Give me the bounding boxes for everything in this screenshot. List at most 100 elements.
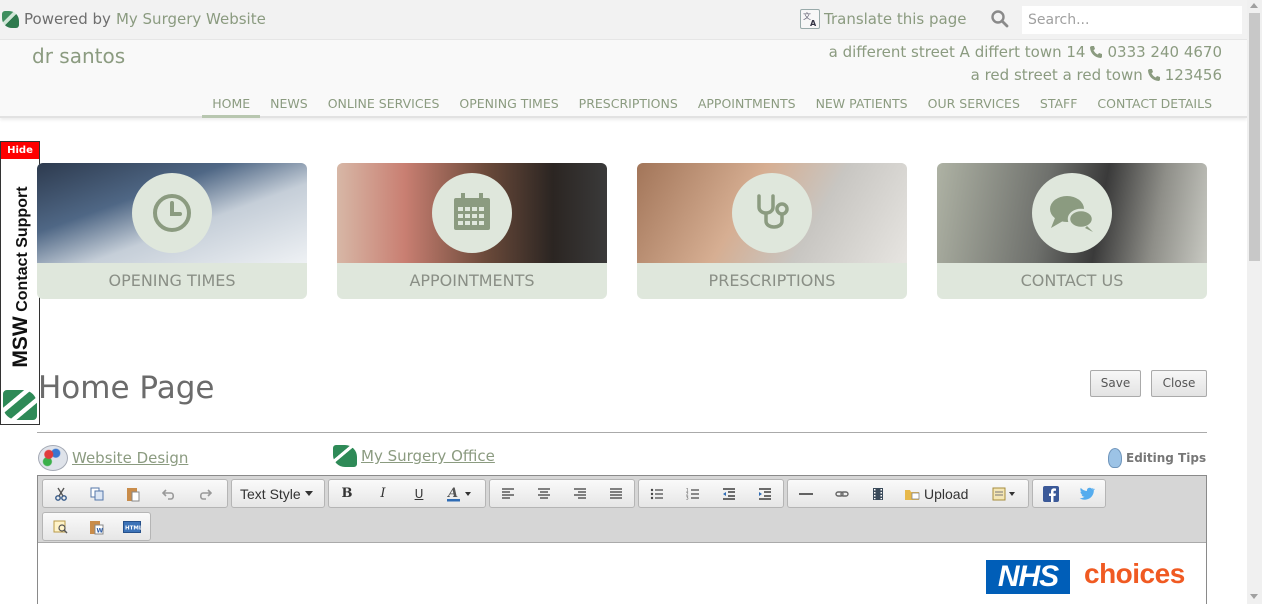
cut-icon[interactable] <box>43 480 79 507</box>
editor-content[interactable]: NHS choices <box>38 543 1206 604</box>
numbered-list-icon[interactable]: 123 <box>675 480 711 507</box>
undo-icon[interactable] <box>151 480 187 507</box>
page-scrollbar[interactable] <box>1247 0 1262 604</box>
powered-prefix: Powered by <box>24 10 111 28</box>
justify-icon[interactable] <box>598 480 634 507</box>
underline-icon[interactable]: U <box>401 480 437 507</box>
html-source-icon[interactable]: HTML <box>114 513 150 540</box>
copy-icon[interactable] <box>79 480 115 507</box>
text-color-icon[interactable]: A <box>437 480 483 507</box>
paste-icon[interactable] <box>115 480 151 507</box>
chevron-down-icon <box>304 491 313 496</box>
text-style-text: Text Style <box>240 485 301 502</box>
website-design-label[interactable]: Website Design <box>72 449 188 467</box>
support-text: Contact Support <box>14 186 31 312</box>
surgery-office-label[interactable]: My Surgery Office <box>361 447 495 465</box>
close-button[interactable]: Close <box>1151 370 1207 397</box>
format-group: B I U A <box>328 479 486 508</box>
align-center-icon[interactable] <box>526 480 562 507</box>
nav-prescriptions[interactable]: PRESCRIPTIONS <box>569 95 688 118</box>
nav-home[interactable]: HOME <box>202 95 261 118</box>
tile-label: APPOINTMENTS <box>409 271 535 290</box>
text-style-dropdown[interactable]: Text Style <box>231 479 325 508</box>
tile-prescriptions[interactable]: PRESCRIPTIONS <box>637 163 907 299</box>
site-header: dr santos a different street A differt t… <box>0 40 1247 118</box>
search-input[interactable] <box>1022 6 1242 34</box>
tools-group: W HTML <box>42 512 151 541</box>
nav-our-services[interactable]: OUR SERVICES <box>918 95 1030 118</box>
nav-contact-details[interactable]: CONTACT DETAILS <box>1087 95 1222 118</box>
powered-link[interactable]: My Surgery Website <box>116 10 266 28</box>
translate-link[interactable]: 文A Translate this page <box>800 9 966 29</box>
choices-logo: choices <box>1084 558 1185 589</box>
template-icon[interactable] <box>984 480 1028 507</box>
text-style-label: Text Style <box>232 480 321 507</box>
practice-name[interactable]: dr santos <box>32 44 125 68</box>
phone-2: 123456 <box>1164 66 1222 84</box>
powered-by[interactable]: Powered by My Surgery Website <box>2 10 266 28</box>
find-icon[interactable] <box>43 513 79 540</box>
align-left-icon[interactable] <box>490 480 526 507</box>
italic-icon[interactable]: I <box>365 480 401 507</box>
tile-opening-times[interactable]: OPENING TIMES <box>37 163 307 299</box>
bold-icon[interactable]: B <box>329 480 365 507</box>
upload-icon <box>905 489 920 500</box>
search-icon[interactable] <box>990 9 1014 31</box>
save-button[interactable]: Save <box>1090 370 1141 397</box>
tile-contact-us[interactable]: CONTACT US <box>937 163 1207 299</box>
editing-tips-link[interactable]: Editing Tips <box>1108 448 1206 468</box>
phone-1: 0333 240 4670 <box>1107 43 1222 61</box>
svg-text:A: A <box>810 19 817 28</box>
video-icon[interactable] <box>860 480 896 507</box>
nav-opening-times[interactable]: OPENING TIMES <box>449 95 568 118</box>
scroll-up-arrow-icon[interactable] <box>1250 3 1258 8</box>
nav-online-services[interactable]: ONLINE SERVICES <box>318 95 450 118</box>
lightbulb-icon <box>1108 448 1122 468</box>
tile-label: OPENING TIMES <box>108 271 236 290</box>
phone-icon <box>1089 45 1103 59</box>
support-brand: MSW <box>9 316 32 368</box>
top-bar: Powered by My Surgery Website 文A Transla… <box>0 0 1247 40</box>
upload-button[interactable]: Upload <box>896 480 984 507</box>
nhs-logo: NHS <box>986 560 1070 594</box>
website-design-link[interactable]: Website Design <box>38 445 188 471</box>
outdent-icon[interactable] <box>711 480 747 507</box>
alignment-group <box>489 479 635 508</box>
scroll-down-arrow-icon[interactable] <box>1250 594 1258 599</box>
bullet-list-icon[interactable] <box>639 480 675 507</box>
scroll-thumb[interactable] <box>1249 13 1260 261</box>
palette-icon <box>38 445 68 471</box>
tile-label: PRESCRIPTIONS <box>708 271 836 290</box>
nav-staff[interactable]: STAFF <box>1030 95 1088 118</box>
main-nav: HOME NEWS ONLINE SERVICES OPENING TIMES … <box>202 95 1222 118</box>
link-icon[interactable] <box>824 480 860 507</box>
nav-new-patients[interactable]: NEW PATIENTS <box>806 95 918 118</box>
facebook-icon[interactable] <box>1033 480 1069 507</box>
insert-group: Upload <box>787 479 1029 508</box>
indent-icon[interactable] <box>747 480 783 507</box>
tile-label: CONTACT US <box>1020 271 1124 290</box>
translate-icon: 文A <box>800 9 820 29</box>
align-right-icon[interactable] <box>562 480 598 507</box>
rich-text-editor[interactable]: Text Style B I U A 123 Upload W HTML NHS… <box>37 475 1207 604</box>
paste-word-icon[interactable]: W <box>79 513 115 540</box>
surgery-office-link[interactable]: My Surgery Office <box>333 445 495 467</box>
chat-bubbles-icon <box>1032 173 1112 253</box>
address-line-1: a different street A differt town 14 033… <box>829 43 1222 61</box>
redo-icon[interactable] <box>187 480 223 507</box>
hide-support-button[interactable]: Hide <box>1 142 39 159</box>
nav-news[interactable]: NEWS <box>260 95 318 118</box>
twitter-icon[interactable] <box>1069 480 1105 507</box>
contact-support-tab[interactable]: Hide MSW Contact Support <box>0 141 40 425</box>
tile-appointments[interactable]: APPOINTMENTS <box>337 163 607 299</box>
social-group <box>1032 479 1106 508</box>
nav-appointments[interactable]: APPOINTMENTS <box>688 95 806 118</box>
calendar-icon <box>432 173 512 253</box>
support-label[interactable]: MSW Contact Support <box>6 177 36 377</box>
list-group: 123 <box>638 479 784 508</box>
stethoscope-icon <box>732 173 812 253</box>
horizontal-rule-icon[interactable] <box>788 480 824 507</box>
phone-icon <box>1147 68 1161 82</box>
translate-label: Translate this page <box>824 10 967 28</box>
address-1: a different street A differt town 14 <box>828 43 1086 61</box>
